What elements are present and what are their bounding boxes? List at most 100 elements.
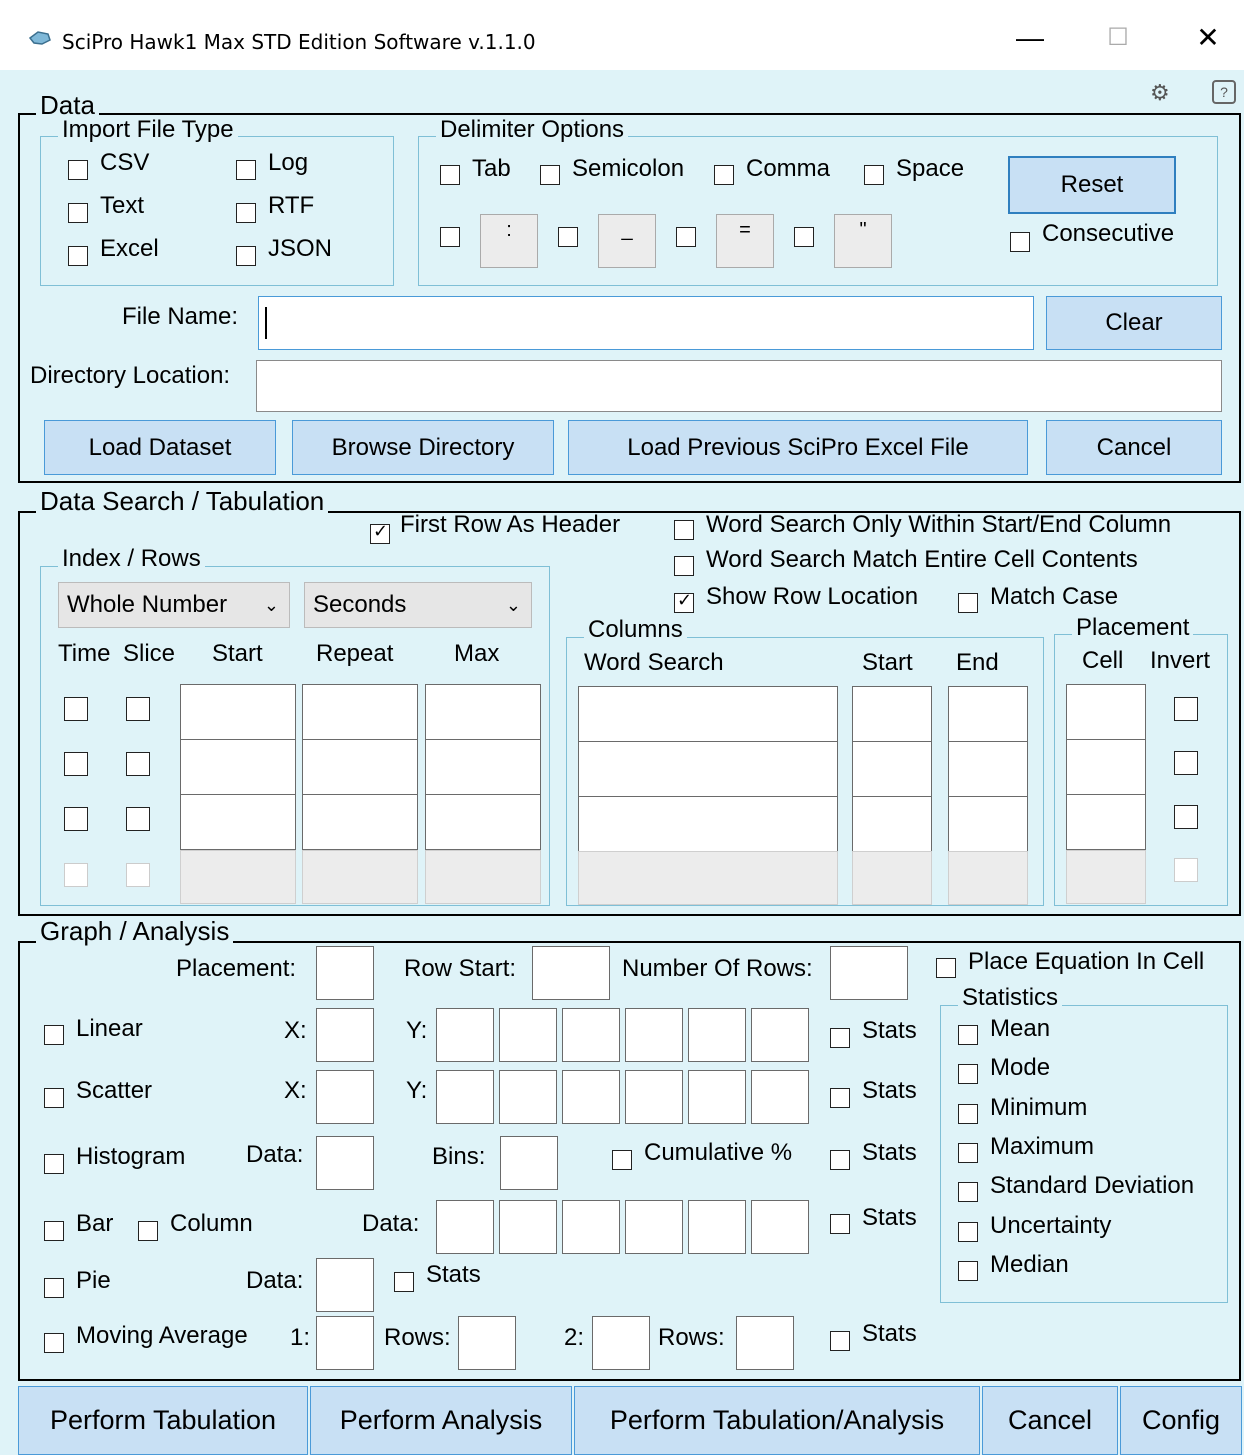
time-checkbox-3[interactable] [64,807,88,831]
config-button[interactable]: Config [1120,1386,1242,1455]
max-field-3[interactable] [425,794,541,850]
custom-delim1-checkbox[interactable] [440,227,460,247]
data-cancel-button[interactable]: Cancel [1046,420,1222,475]
pie-checkbox[interactable] [44,1278,64,1298]
delimiter-colon-field[interactable]: : [480,214,538,268]
minimize-button[interactable]: — [1010,18,1050,58]
scatter-y-field-6[interactable] [751,1070,809,1124]
time-checkbox-2[interactable] [64,752,88,776]
col-end-field-1[interactable] [948,686,1028,742]
start-field-4[interactable] [180,850,296,904]
ma2-rows-field[interactable] [736,1316,794,1370]
directory-location-input[interactable] [256,360,1222,412]
log-checkbox[interactable] [236,160,256,180]
perform-analysis-button[interactable]: Perform Analysis [310,1386,572,1455]
max-field-1[interactable] [425,684,541,740]
row-start-field[interactable] [532,946,610,1000]
bottom-cancel-button[interactable]: Cancel [982,1386,1118,1455]
std-deviation-checkbox[interactable] [958,1182,978,1202]
time-unit-select[interactable]: Seconds ⌄ [304,582,532,628]
invert-checkbox-4[interactable] [1174,858,1198,882]
space-checkbox[interactable] [864,165,884,185]
delimiter-underscore-field[interactable]: _ [598,214,656,268]
maximize-button[interactable]: ☐ [1098,18,1138,58]
col-start-field-2[interactable] [852,741,932,797]
rtf-checkbox[interactable] [236,203,256,223]
invert-checkbox-1[interactable] [1174,697,1198,721]
bar-stats-checkbox[interactable] [830,1214,850,1234]
linear-y-field-1[interactable] [436,1008,494,1062]
repeat-field-3[interactable] [302,794,418,850]
delimiter-quote-field[interactable]: " [834,214,892,268]
word-search-match-checkbox[interactable] [674,556,694,576]
perform-tabulation-analysis-button[interactable]: Perform Tabulation/Analysis [574,1386,980,1455]
col-start-field-3[interactable] [852,796,932,852]
json-checkbox[interactable] [236,246,256,266]
histogram-data-field[interactable] [316,1136,374,1190]
bar-checkbox[interactable] [44,1221,64,1241]
scatter-y-field-4[interactable] [625,1070,683,1124]
csv-checkbox[interactable] [68,160,88,180]
start-field-2[interactable] [180,739,296,795]
semicolon-checkbox[interactable] [540,165,560,185]
mean-checkbox[interactable] [958,1025,978,1045]
linear-y-field-2[interactable] [499,1008,557,1062]
file-name-input[interactable] [258,296,1034,350]
scatter-stats-checkbox[interactable] [830,1088,850,1108]
custom-delim4-checkbox[interactable] [794,227,814,247]
placement-cell-field-4[interactable] [1066,850,1146,904]
scatter-y-field-1[interactable] [436,1070,494,1124]
custom-delim2-checkbox[interactable] [558,227,578,247]
word-search-field-3[interactable] [578,796,838,852]
col-start-field-4[interactable] [852,851,932,905]
word-search-field-1[interactable] [578,686,838,742]
repeat-field-1[interactable] [302,684,418,740]
tab-checkbox[interactable] [440,165,460,185]
repeat-field-2[interactable] [302,739,418,795]
histogram-stats-checkbox[interactable] [830,1150,850,1170]
slice-checkbox-1[interactable] [126,697,150,721]
reset-button[interactable]: Reset [1008,156,1176,214]
match-case-checkbox[interactable] [958,593,978,613]
invert-checkbox-2[interactable] [1174,751,1198,775]
delimiter-equals-field[interactable]: = [716,214,774,268]
col-start-field-1[interactable] [852,686,932,742]
comma-checkbox[interactable] [714,165,734,185]
help-icon[interactable]: ? [1212,80,1236,104]
moving-average-stats-checkbox[interactable] [830,1331,850,1351]
linear-y-field-3[interactable] [562,1008,620,1062]
linear-checkbox[interactable] [44,1025,64,1045]
close-button[interactable]: ✕ [1188,18,1228,58]
linear-y-field-6[interactable] [751,1008,809,1062]
ma1-rows-field[interactable] [458,1316,516,1370]
bar-data-field-1[interactable] [436,1200,494,1254]
number-of-rows-field[interactable] [830,946,908,1000]
scatter-y-field-2[interactable] [499,1070,557,1124]
time-checkbox-4[interactable] [64,863,88,887]
word-search-field-2[interactable] [578,741,838,797]
bar-data-field-5[interactable] [688,1200,746,1254]
bar-data-field-3[interactable] [562,1200,620,1254]
start-field-3[interactable] [180,794,296,850]
clear-button[interactable]: Clear [1046,296,1222,350]
col-end-field-2[interactable] [948,741,1028,797]
load-dataset-button[interactable]: Load Dataset [44,420,276,475]
linear-x-field[interactable] [316,1008,374,1062]
uncertainty-checkbox[interactable] [958,1222,978,1242]
placement-cell-field-3[interactable] [1066,794,1146,850]
column-checkbox[interactable] [138,1221,158,1241]
number-type-select[interactable]: Whole Number ⌄ [58,582,290,628]
slice-checkbox-4[interactable] [126,863,150,887]
excel-checkbox[interactable] [68,246,88,266]
place-equation-checkbox[interactable] [936,958,956,978]
scatter-y-field-3[interactable] [562,1070,620,1124]
word-search-within-checkbox[interactable] [674,520,694,540]
moving-average-checkbox[interactable] [44,1333,64,1353]
max-field-2[interactable] [425,739,541,795]
time-checkbox-1[interactable] [64,697,88,721]
mode-checkbox[interactable] [958,1064,978,1084]
pie-stats-checkbox[interactable] [394,1272,414,1292]
ma2-field[interactable] [592,1316,650,1370]
consecutive-checkbox[interactable] [1010,232,1030,252]
help-context-icon[interactable]: ⚙ [1150,80,1178,108]
